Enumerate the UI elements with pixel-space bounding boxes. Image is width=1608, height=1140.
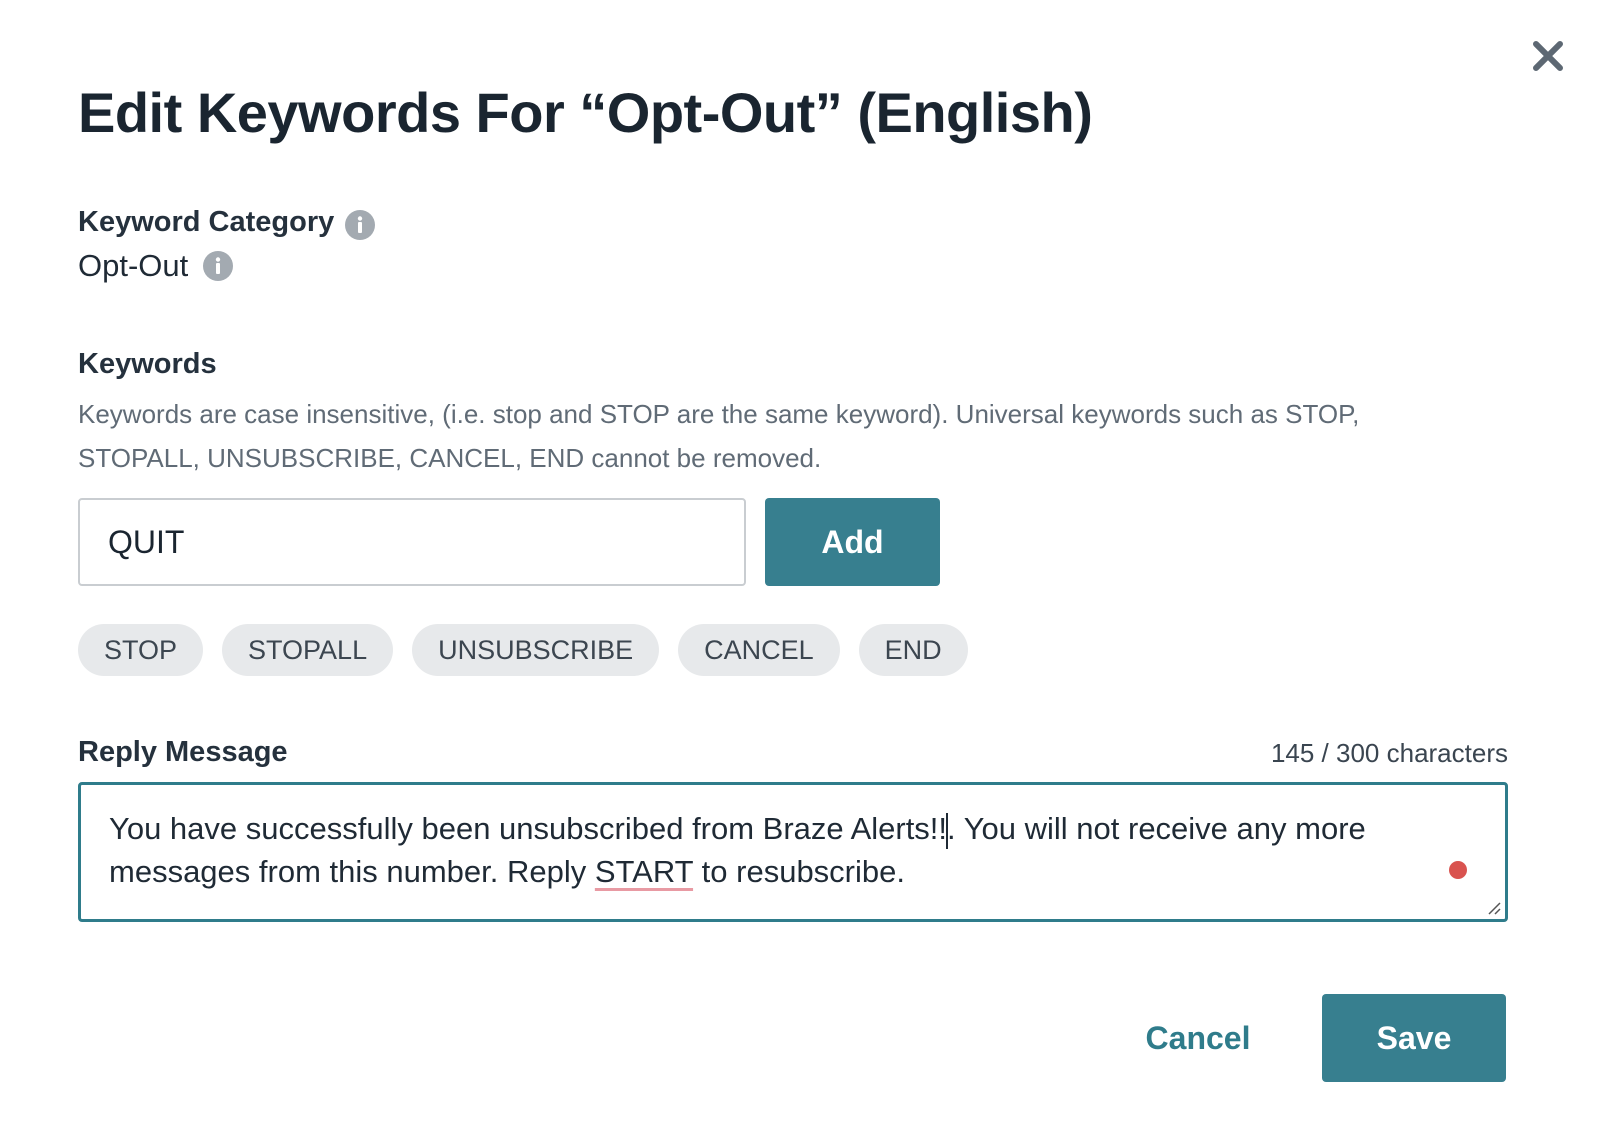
reply-text-part: You have successfully been unsubscribed … <box>109 811 948 846</box>
keyword-category-section: Keyword Category <box>78 206 375 242</box>
keyword-chip: STOP <box>78 624 204 676</box>
cancel-button[interactable]: Cancel <box>1130 994 1266 1082</box>
save-button[interactable]: Save <box>1322 994 1506 1082</box>
close-button[interactable] <box>1528 36 1568 76</box>
add-keyword-button[interactable]: Add <box>765 498 940 586</box>
dialog-title: Edit Keywords For “Opt-Out” (English) <box>78 81 1093 144</box>
reply-message-label: Reply Message <box>78 736 288 768</box>
keywords-label: Keywords <box>78 348 217 380</box>
reply-message-textarea[interactable]: You have successfully been unsubscribed … <box>78 782 1508 922</box>
info-icon[interactable] <box>202 250 233 281</box>
keyword-chip: STOPALL <box>222 624 394 676</box>
character-count: 145 / 300 characters <box>1270 738 1508 768</box>
resize-handle-icon[interactable] <box>1485 899 1501 915</box>
keyword-chip: CANCEL <box>678 624 840 676</box>
keyword-chip: END <box>858 624 968 676</box>
spellcheck-underlined-word[interactable]: START <box>595 854 693 889</box>
info-icon[interactable] <box>344 209 375 240</box>
keyword-category-label: Keyword Category <box>78 206 335 238</box>
keyword-chips: STOP STOPALL UNSUBSCRIBE CANCEL END <box>78 624 968 676</box>
keyword-input[interactable] <box>78 498 746 586</box>
grammar-check-dot[interactable] <box>1449 861 1467 879</box>
close-icon <box>1533 41 1563 71</box>
edit-keywords-dialog: Edit Keywords For “Opt-Out” (English) Ke… <box>0 0 1608 1140</box>
keywords-description: Keywords are case insensitive, (i.e. sto… <box>78 399 1360 473</box>
reply-text-part: to resubscribe. <box>693 854 905 889</box>
keyword-category-value: Opt-Out <box>78 248 189 283</box>
keyword-chip: UNSUBSCRIBE <box>412 624 660 676</box>
keyword-category-value-row: Opt-Out <box>78 248 233 284</box>
